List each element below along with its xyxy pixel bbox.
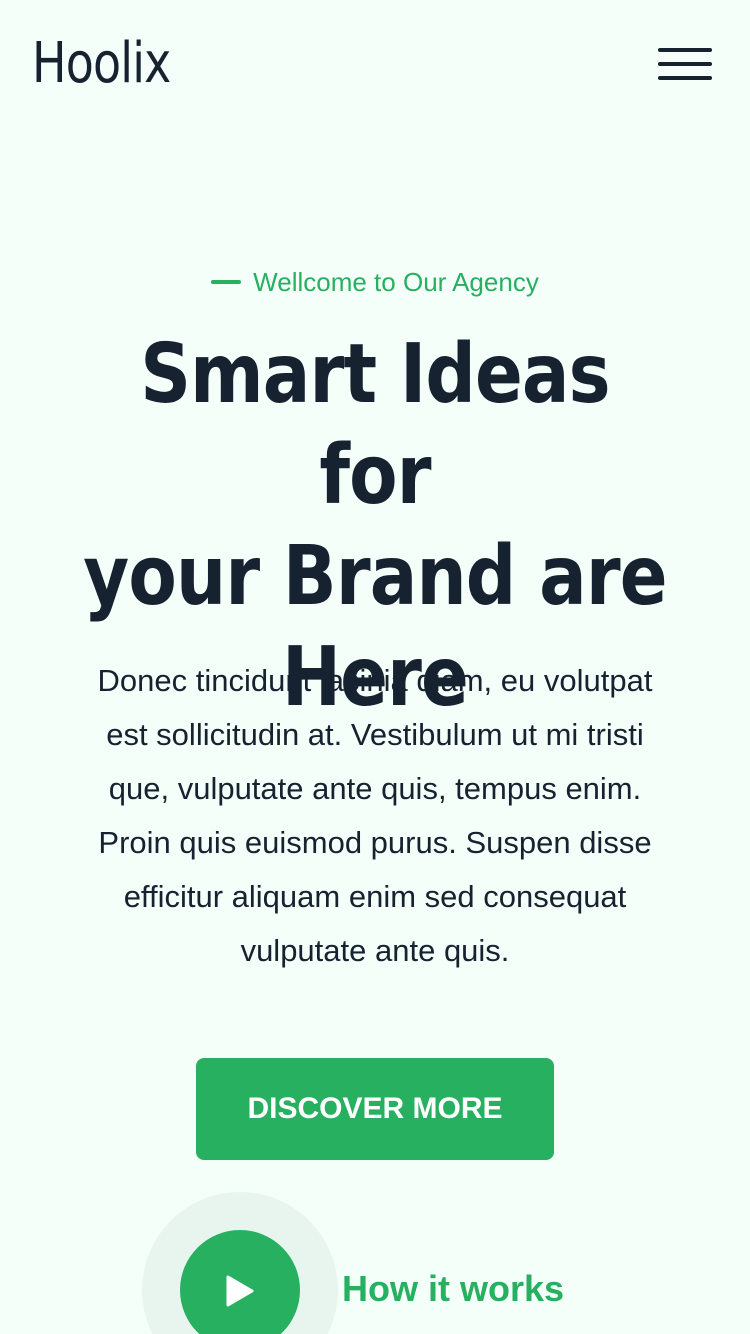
menu-bar xyxy=(658,76,712,80)
description-line: est sollicitudin at. Vestibulum ut mi tr… xyxy=(106,717,644,752)
menu-bar xyxy=(658,48,712,52)
site-header: Hoolix xyxy=(0,0,750,130)
description-line: Proin quis euismod purus. Suspen disse xyxy=(98,825,652,860)
hero-description: Donec tincidunt lacinia diam, eu volutpa… xyxy=(30,654,720,978)
eyebrow: Wellcome to Our Agency xyxy=(0,262,750,302)
hero-title-line: Smart Ideas for xyxy=(140,327,610,523)
description-line: que, vulputate ante quis, tempus enim. xyxy=(108,771,642,806)
play-icon xyxy=(226,1275,254,1307)
eyebrow-dash xyxy=(211,280,242,284)
logo[interactable]: Hoolix xyxy=(32,26,171,102)
description-line: vulputate ante quis. xyxy=(240,933,510,968)
menu-bar xyxy=(658,62,712,66)
hamburger-menu-icon[interactable] xyxy=(656,44,714,86)
hero-title-line: your Brand are xyxy=(83,529,667,624)
description-line: efficitur aliquam enim sed consequat xyxy=(123,879,627,914)
how-it-works-link[interactable]: How it works xyxy=(342,1266,564,1312)
eyebrow-text: Wellcome to Our Agency xyxy=(253,266,539,297)
discover-more-button[interactable]: DISCOVER MORE xyxy=(196,1058,554,1160)
description-line: Donec tincidunt lacinia diam, eu volutpa… xyxy=(97,663,653,698)
